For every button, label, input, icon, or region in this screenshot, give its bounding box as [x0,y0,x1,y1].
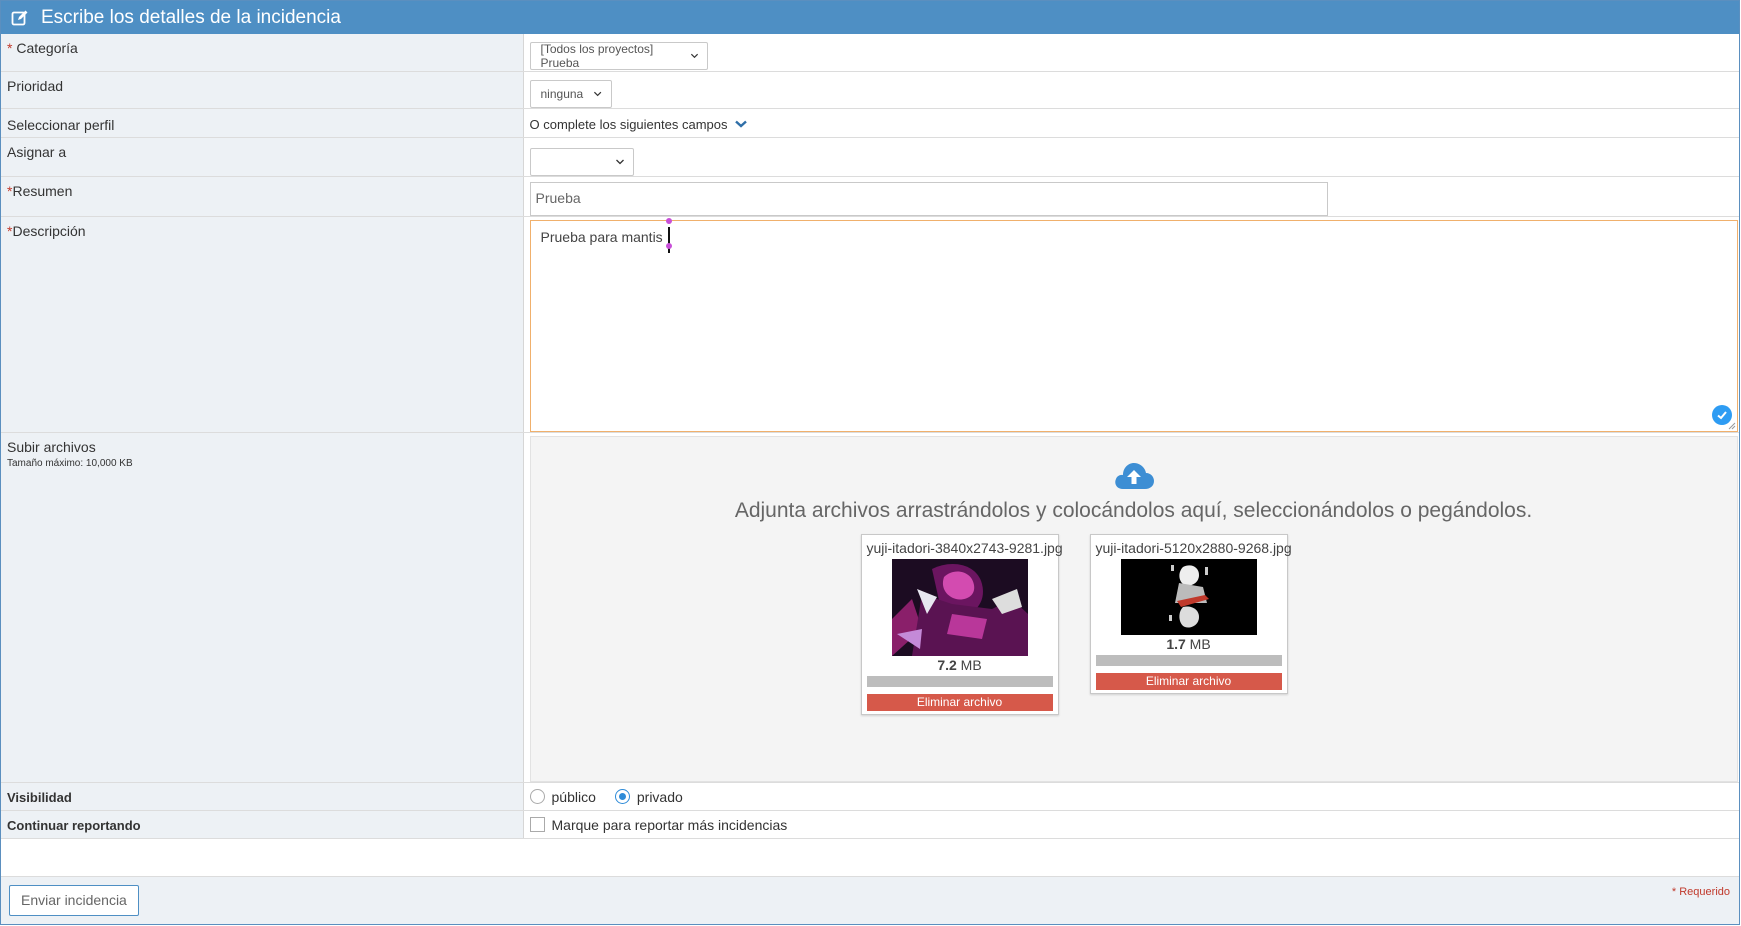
edit-icon [11,7,33,29]
priority-select[interactable]: ninguna [529,79,612,108]
continue-option: Marque para reportar más incidencias [529,817,1734,833]
submit-button[interactable]: Enviar incidencia [9,885,139,916]
summary-label: *Resumen [1,176,524,217]
category-label: * Categoría [1,34,524,72]
summary-input[interactable]: Prueba [529,181,1328,216]
file-thumbnail [891,558,1028,656]
radio-public[interactable] [529,789,545,804]
radio-public-label[interactable]: público [552,789,596,805]
form-footer: Enviar incidencia * Requerido [1,876,1739,924]
continue-checkbox[interactable] [529,817,545,832]
dropzone-message: Adjunta archivos arrastrándolos y colocá… [734,498,1533,522]
required-note: * Requerido [1671,886,1730,898]
assign-label: Asignar a [1,137,524,177]
upload-label: Subir archivos [7,438,96,455]
max-size-note: Tamaño máximo: 10,000 KB [7,457,133,469]
cloud-upload-icon [1114,462,1154,489]
chevron-down-icon [594,91,602,96]
resize-handle-icon[interactable] [1728,422,1736,430]
page-title: Escribe los detalles de la incidencia [41,6,341,28]
file-name: yuji-itadori-5120x2880-9268.jpg [1095,539,1292,556]
panel-header: Escribe los detalles de la incidencia [1,1,1739,34]
file-size: 7.2 MB [937,656,982,673]
caret-handle-bottom [665,242,672,249]
file-name: yuji-itadori-3840x2743-9281.jpg [866,539,1063,556]
profile-toggle[interactable]: O complete los siguientes campos [530,117,1734,132]
upload-progress-bar [1095,654,1282,666]
upload-label-cell: Subir archivos Tamaño máximo: 10,000 KB [1,432,524,783]
remove-file-button[interactable]: Eliminar archivo [1095,672,1282,690]
category-select[interactable]: [Todos los proyectos] Prueba [529,42,708,70]
description-label: *Descripción [1,216,524,433]
description-textarea[interactable]: Prueba para mantis [529,217,1738,432]
chevron-down-icon [735,120,748,128]
file-preview-2: yuji-itadori-5120x2880-9268.jpg 1.7 MB E… [1089,533,1292,694]
file-dropzone[interactable]: Adjunta archivos arrastrándolos y colocá… [529,435,1738,782]
caret-handle-top [665,217,672,224]
upload-progress-bar [866,675,1053,687]
visibility-options: público privado [529,789,1734,805]
continue-checkbox-label[interactable]: Marque para reportar más incidencias [552,817,788,833]
profile-label: Seleccionar perfil [1,108,524,138]
remove-file-button[interactable]: Eliminar archivo [866,693,1053,711]
chevron-down-icon [615,159,624,164]
report-issue-panel: Escribe los detalles de la incidencia * … [0,0,1740,925]
priority-label: Prioridad [1,71,524,109]
file-preview-1: yuji-itadori-3840x2743-9281.jpg 7.2 MB E… [860,533,1063,715]
chevron-down-icon [690,53,698,59]
radio-private-label[interactable]: privado [637,789,683,805]
text-caret [667,226,670,253]
file-size: 1.7 MB [1166,635,1211,652]
file-thumbnail [1120,558,1257,635]
visibility-label: Visibilidad [1,782,524,811]
continue-label: Continuar reportando [1,810,524,839]
assign-select[interactable] [529,147,634,176]
radio-private[interactable] [614,789,630,804]
issue-form: * Categoría [Todos los proyectos] Prueba… [1,34,1739,839]
